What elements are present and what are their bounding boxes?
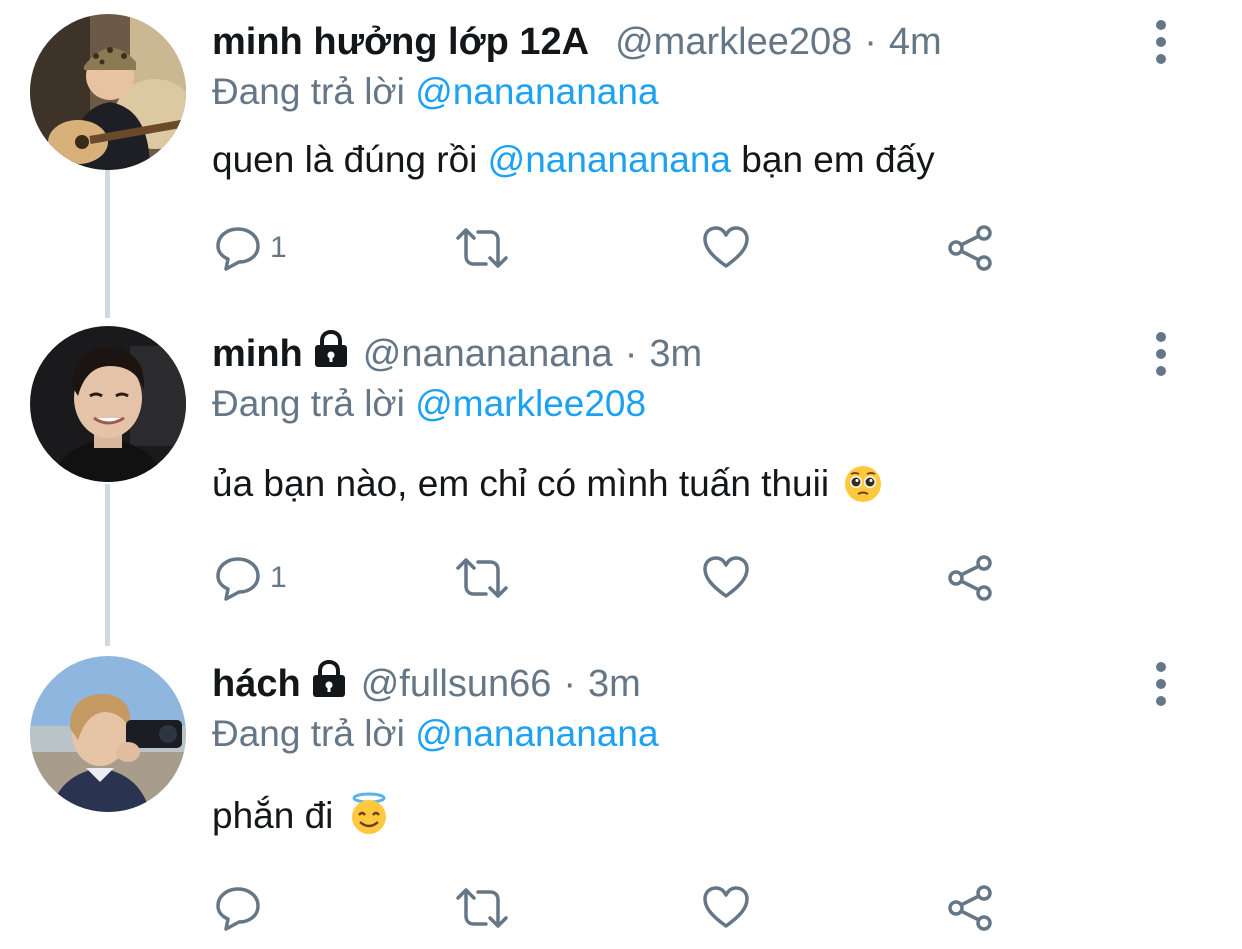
more-options-icon[interactable] bbox=[1150, 662, 1172, 706]
tweet-mention[interactable]: @nanananana bbox=[488, 139, 731, 180]
timestamp[interactable]: 3m bbox=[649, 332, 702, 376]
replying-to: Đang trả lời @marklee208 bbox=[212, 382, 646, 426]
share-button[interactable] bbox=[946, 880, 994, 936]
user-handle[interactable]: @fullsun66 bbox=[361, 662, 552, 706]
user-handle[interactable]: @marklee208 bbox=[615, 20, 852, 64]
tweet-actions bbox=[0, 880, 1242, 936]
reply-count: 1 bbox=[270, 231, 287, 264]
smiling-face-with-halo-icon bbox=[348, 792, 390, 846]
avatar[interactable] bbox=[30, 14, 186, 170]
timestamp[interactable]: 3m bbox=[588, 662, 641, 706]
lock-icon bbox=[311, 659, 347, 708]
retweet-button[interactable] bbox=[454, 880, 510, 936]
tweet-header: hách @fullsun66 · 3m bbox=[212, 656, 641, 712]
separator-dot: · bbox=[864, 21, 877, 63]
tweet-text: ủa bạn nào, em chỉ có mình tuấn thuii bbox=[212, 462, 883, 514]
reply-button[interactable]: 1 bbox=[214, 550, 287, 606]
tweet-text-part: quen là đúng rồi bbox=[212, 139, 488, 180]
reply-icon bbox=[216, 227, 260, 271]
replying-to: Đang trả lời @nanananana bbox=[212, 70, 659, 114]
separator-dot: · bbox=[563, 663, 577, 705]
person-with-camera-avatar bbox=[30, 656, 186, 812]
reply-icon bbox=[216, 887, 260, 931]
share-icon bbox=[948, 885, 992, 931]
smiling-person-avatar bbox=[30, 326, 186, 482]
tweet-actions: 1 bbox=[0, 550, 1242, 606]
share-button[interactable] bbox=[946, 220, 994, 276]
retweet-icon bbox=[456, 888, 508, 928]
share-icon bbox=[948, 555, 992, 601]
tweet-text-part: ủa bạn nào, em chỉ có mình tuấn thuii bbox=[212, 463, 830, 504]
retweet-icon bbox=[456, 228, 508, 268]
person-with-guitar-avatar bbox=[30, 14, 186, 170]
tweet-actions: 1 bbox=[0, 220, 1242, 276]
retweet-button[interactable] bbox=[454, 220, 510, 276]
timestamp[interactable]: 4m bbox=[889, 20, 942, 64]
replying-prefix: Đang trả lời bbox=[212, 383, 405, 424]
avatar[interactable] bbox=[30, 656, 186, 812]
replying-prefix: Đang trả lời bbox=[212, 713, 405, 754]
more-options-icon[interactable] bbox=[1150, 332, 1172, 376]
user-handle[interactable]: @nanananana bbox=[363, 332, 613, 376]
heart-icon bbox=[703, 226, 749, 268]
like-button[interactable] bbox=[702, 220, 750, 276]
display-name[interactable]: minh hưởng lớp 12A bbox=[212, 20, 589, 64]
avatar[interactable] bbox=[30, 326, 186, 482]
separator-dot: · bbox=[624, 333, 638, 375]
display-name[interactable]: minh bbox=[212, 332, 303, 376]
replying-to-mention[interactable]: @marklee208 bbox=[415, 383, 646, 424]
tweet-text-part: bạn em đấy bbox=[731, 139, 935, 180]
heart-icon bbox=[703, 886, 749, 928]
pleading-face-icon bbox=[843, 464, 883, 514]
reply-count: 1 bbox=[270, 561, 287, 594]
retweet-icon bbox=[456, 558, 508, 598]
replying-to: Đang trả lời @nanananana bbox=[212, 712, 659, 756]
replying-to-mention[interactable]: @nanananana bbox=[415, 713, 658, 754]
lock-icon bbox=[313, 329, 349, 378]
replying-to-mention[interactable]: @nanananana bbox=[415, 71, 658, 112]
tweet-header: minh @nanananana · 3m bbox=[212, 326, 702, 382]
tweet-text: quen là đúng rồi @nanananana bạn em đấy bbox=[212, 138, 935, 182]
display-name[interactable]: hách bbox=[212, 662, 301, 706]
reply-button[interactable]: 1 bbox=[214, 220, 287, 276]
like-button[interactable] bbox=[702, 550, 750, 606]
share-button[interactable] bbox=[946, 550, 994, 606]
replying-prefix: Đang trả lời bbox=[212, 71, 405, 112]
reply-button[interactable] bbox=[214, 880, 270, 936]
like-button[interactable] bbox=[702, 880, 750, 936]
heart-icon bbox=[703, 556, 749, 598]
tweet-text-part: phắn đi bbox=[212, 795, 334, 836]
reply-icon bbox=[216, 557, 260, 601]
retweet-button[interactable] bbox=[454, 550, 510, 606]
share-icon bbox=[948, 225, 992, 271]
tweet-header: minh hưởng lớp 12A @marklee208 · 4m bbox=[212, 14, 942, 70]
more-options-icon[interactable] bbox=[1150, 20, 1172, 64]
tweet-text: phắn đi bbox=[212, 792, 390, 846]
